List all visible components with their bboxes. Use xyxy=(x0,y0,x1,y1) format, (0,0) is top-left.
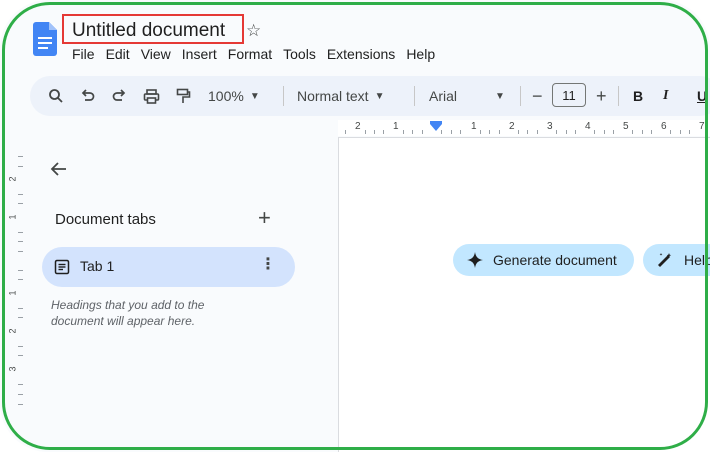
toolbar-divider xyxy=(618,86,619,106)
font-value: Arial xyxy=(429,88,458,104)
magic-pen-icon xyxy=(658,253,672,267)
document-tabs-heading: Document tabs xyxy=(55,211,156,228)
underline-icon: U xyxy=(697,88,708,104)
ruler-number: 2 xyxy=(7,328,18,334)
headings-hint: Headings that you add to the document wi… xyxy=(51,298,205,328)
paragraph-style-select[interactable]: Normal text ▼ xyxy=(297,76,384,116)
redo-icon[interactable] xyxy=(111,76,127,116)
paint-format-icon[interactable] xyxy=(176,76,191,116)
help-me-write-label: Help xyxy=(684,252,710,268)
font-select[interactable]: Arial ▼ xyxy=(429,76,505,116)
menu-edit[interactable]: Edit xyxy=(106,45,130,63)
title-highlight-box xyxy=(62,14,244,44)
ruler-number: 2 xyxy=(355,121,361,132)
ruler-number: 1 xyxy=(7,290,18,296)
document-page[interactable] xyxy=(338,137,710,452)
menu-insert[interactable]: Insert xyxy=(182,45,217,63)
toolbar-divider xyxy=(414,86,415,106)
ruler-number: 5 xyxy=(623,121,629,132)
help-me-write-button[interactable]: Help xyxy=(643,244,710,276)
caret-down-icon: ▼ xyxy=(495,90,505,102)
bold-icon: B xyxy=(633,88,644,104)
tab-label: Tab 1 xyxy=(80,258,115,274)
decrease-font-size-button[interactable]: − xyxy=(532,76,543,116)
caret-down-icon: ▼ xyxy=(249,90,260,102)
generate-document-button[interactable]: Generate document xyxy=(453,244,634,276)
star-icon[interactable]: ☆ xyxy=(246,21,261,41)
ruler-number: 2 xyxy=(7,176,18,182)
increase-font-size-button[interactable]: + xyxy=(596,76,607,116)
horizontal-ruler[interactable]: 2 1 1 2 3 4 5 6 7 xyxy=(338,120,710,136)
ruler-number: 2 xyxy=(509,121,515,132)
ruler-number: 3 xyxy=(547,121,553,132)
tab-document-icon xyxy=(54,259,70,275)
menu-format[interactable]: Format xyxy=(228,45,272,63)
menu-bar: File Edit View Insert Format Tools Exten… xyxy=(72,45,446,63)
menu-view[interactable]: View xyxy=(141,45,171,63)
ruler-number: 1 xyxy=(7,214,18,220)
indent-marker-arrow-icon[interactable] xyxy=(430,124,442,131)
more-options-icon[interactable]: ⋮ xyxy=(260,255,276,275)
plus-icon: + xyxy=(596,85,607,106)
vertical-ruler[interactable]: 2 1 1 2 3 xyxy=(8,136,24,436)
print-icon[interactable] xyxy=(143,76,160,116)
font-size-input[interactable]: 11 xyxy=(552,83,586,107)
menu-file[interactable]: File xyxy=(72,45,95,63)
docs-app: Untitled document ☆ File Edit View Inser… xyxy=(0,0,710,452)
toolbar-divider xyxy=(283,86,284,106)
ruler-number: 3 xyxy=(7,366,18,372)
paragraph-style-value: Normal text xyxy=(297,88,369,104)
undo-icon[interactable] xyxy=(80,76,96,116)
bold-button[interactable]: B xyxy=(633,76,643,116)
minus-icon: − xyxy=(532,85,543,106)
underline-button[interactable]: U xyxy=(697,76,707,116)
zoom-select[interactable]: 100% ▼ xyxy=(208,76,260,116)
italic-icon: I xyxy=(663,88,669,103)
search-menus-icon[interactable] xyxy=(48,76,64,116)
toolbar-divider xyxy=(520,86,521,106)
menu-tools[interactable]: Tools xyxy=(283,45,316,63)
italic-button[interactable]: I xyxy=(663,76,668,116)
menu-help[interactable]: Help xyxy=(406,45,435,63)
ruler-number: 7 xyxy=(699,121,705,132)
caret-down-icon: ▼ xyxy=(374,90,385,102)
ruler-number: 6 xyxy=(661,121,667,132)
zoom-value: 100% xyxy=(208,88,244,104)
ruler-number: 4 xyxy=(585,121,591,132)
sparkle-icon xyxy=(467,252,483,268)
menu-extensions[interactable]: Extensions xyxy=(327,45,395,63)
docs-logo-icon[interactable] xyxy=(33,22,57,56)
ruler-number: 1 xyxy=(393,121,399,132)
ruler-number: 1 xyxy=(471,121,477,132)
add-tab-button[interactable]: + xyxy=(258,207,271,229)
generate-document-label: Generate document xyxy=(493,252,617,268)
back-arrow-icon[interactable] xyxy=(48,158,70,180)
